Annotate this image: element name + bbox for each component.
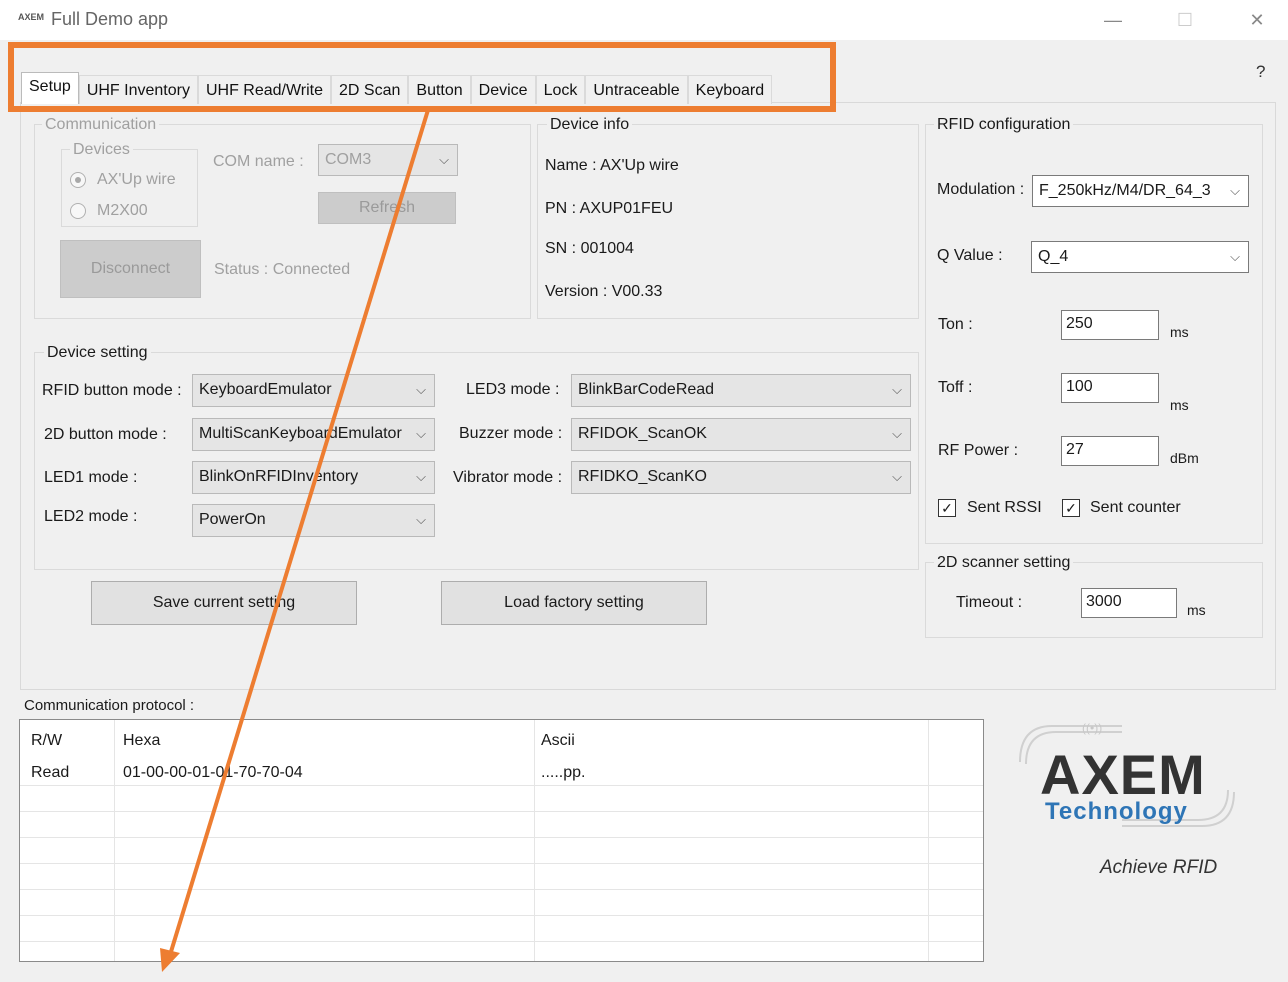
annotation-arrow-icon xyxy=(160,109,430,972)
